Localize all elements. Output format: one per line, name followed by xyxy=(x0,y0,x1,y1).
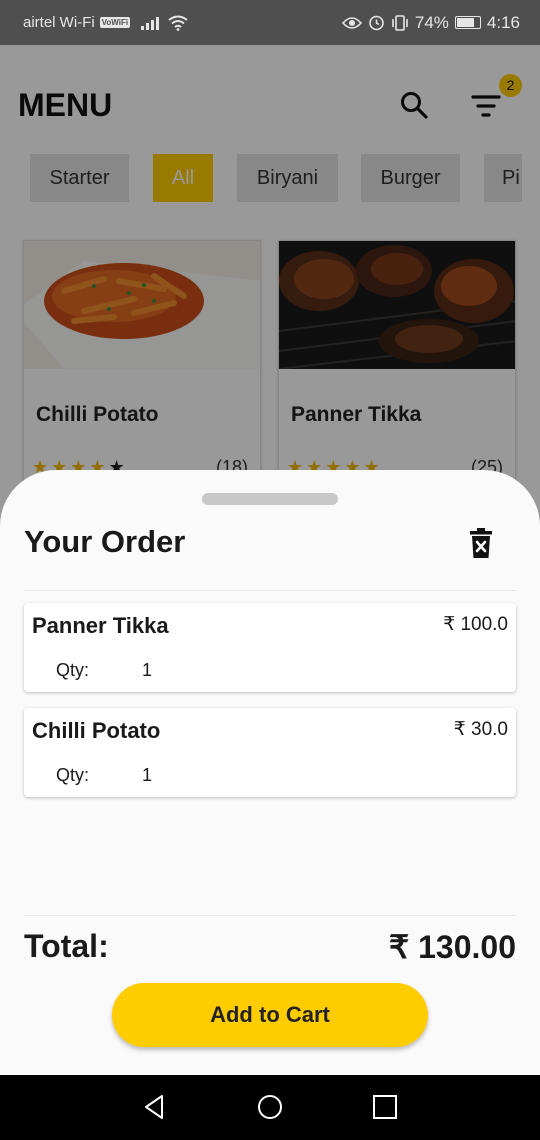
qty-label: Qty: xyxy=(56,660,90,680)
vowifi-badge: VoWiFi xyxy=(99,17,131,28)
item-price: ₹ 30.0 xyxy=(453,719,508,740)
item-name: Chilli Potato xyxy=(32,718,161,743)
clock: 4:16 xyxy=(486,12,520,32)
order-bottom-sheet: Your Order Panner Tikka ₹ 100.0 Qty: 1 C… xyxy=(0,470,540,1075)
signal-icon xyxy=(141,16,160,30)
filter-badge: 2 xyxy=(499,74,522,97)
vibrate-icon xyxy=(392,14,408,31)
total-label: Total: xyxy=(24,928,109,964)
divider xyxy=(24,915,516,916)
total-value: ₹ 130.00 xyxy=(388,929,516,965)
divider xyxy=(24,590,516,591)
item-name: Panner Tikka xyxy=(32,613,169,638)
tab-biryani[interactable]: Biryani xyxy=(237,154,338,202)
recents-icon[interactable] xyxy=(370,1092,400,1122)
filter-icon[interactable] xyxy=(470,91,502,123)
alarm-icon xyxy=(369,15,384,31)
tab-all[interactable]: All xyxy=(153,154,213,202)
battery-icon xyxy=(454,16,481,29)
page-title: MENU xyxy=(18,87,113,123)
navigation-bar xyxy=(0,1075,540,1140)
qty-value: 1 xyxy=(142,660,153,680)
food-name: Panner Tikka xyxy=(291,403,422,426)
drag-handle[interactable] xyxy=(202,493,338,505)
back-icon[interactable] xyxy=(140,1092,170,1122)
qty-label: Qty: xyxy=(56,765,90,785)
item-price: ₹ 100.0 xyxy=(443,614,508,635)
order-item: Panner Tikka ₹ 100.0 Qty: 1 xyxy=(24,603,516,692)
eye-icon xyxy=(341,16,362,29)
food-image xyxy=(279,241,515,369)
status-bar: airtel Wi-Fi VoWiFi 74% 4:16 xyxy=(0,0,540,45)
order-title: Your Order xyxy=(24,524,186,559)
order-item: Chilli Potato ₹ 30.0 Qty: 1 xyxy=(24,708,516,797)
qty-value: 1 xyxy=(142,765,153,785)
food-image xyxy=(24,241,260,369)
tab-starter[interactable]: Starter xyxy=(30,154,129,202)
wifi-icon xyxy=(168,15,188,31)
food-name: Chilli Potato xyxy=(36,403,159,426)
category-tabs: Starter All Biryani Burger Pi xyxy=(30,154,522,202)
add-to-cart-button[interactable]: Add to Cart xyxy=(112,983,428,1047)
home-icon[interactable] xyxy=(255,1092,285,1122)
tab-burger[interactable]: Burger xyxy=(361,154,460,202)
trash-icon[interactable] xyxy=(467,527,495,559)
carrier-label: airtel Wi-Fi xyxy=(23,14,95,31)
battery-percent: 74% xyxy=(414,12,449,32)
search-icon[interactable] xyxy=(398,89,430,121)
tab-pizza[interactable]: Pi xyxy=(484,154,522,202)
